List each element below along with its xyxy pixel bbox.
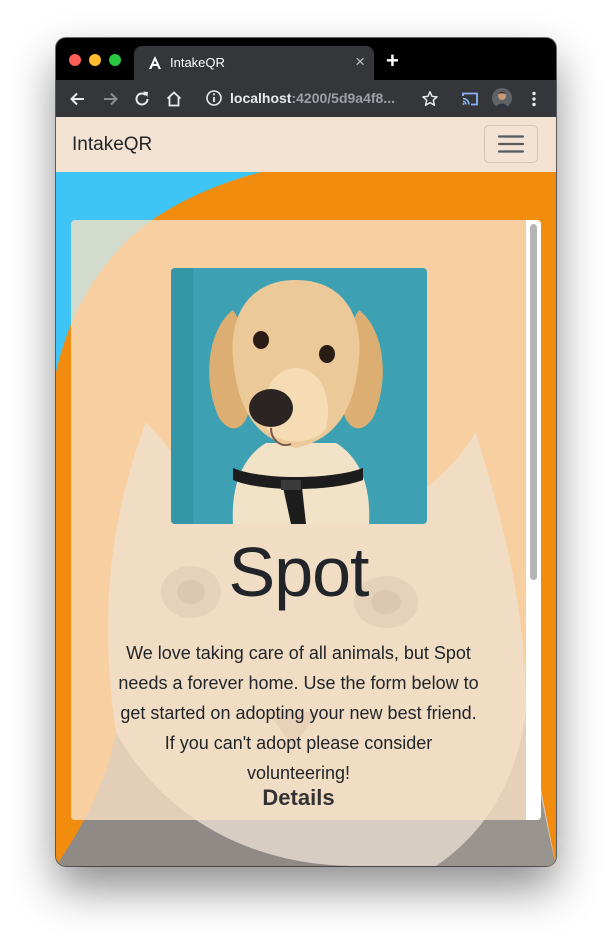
new-tab-button[interactable]: + bbox=[386, 50, 399, 72]
scrollbar-thumb[interactable] bbox=[530, 224, 537, 580]
browser-toolbar: localhost:4200/5d9a4f8... bbox=[56, 80, 556, 117]
maximize-window-button[interactable] bbox=[109, 54, 121, 66]
more-vert-icon[interactable] bbox=[524, 89, 544, 109]
pet-card: Spot We love taking care of all animals,… bbox=[71, 220, 541, 820]
url-path: :4200/5d9a4f8... bbox=[291, 90, 395, 106]
tab-close-icon[interactable]: × bbox=[355, 53, 365, 70]
profile-avatar[interactable] bbox=[492, 88, 512, 108]
url-text: localhost:4200/5d9a4f8... bbox=[230, 90, 395, 107]
hamburger-icon bbox=[497, 135, 525, 153]
reload-icon[interactable] bbox=[132, 89, 152, 109]
tab-title: IntakeQR bbox=[170, 55, 225, 70]
details-heading: Details bbox=[262, 785, 335, 810]
cast-icon[interactable] bbox=[460, 89, 480, 109]
pet-photo bbox=[171, 268, 427, 524]
pet-name-heading: Spot bbox=[228, 533, 370, 611]
puppy-image bbox=[171, 268, 427, 524]
minimize-window-button[interactable] bbox=[89, 54, 101, 66]
avatar-image bbox=[492, 88, 512, 108]
navbar-toggler-button[interactable] bbox=[484, 125, 538, 163]
tab-strip: IntakeQR × + bbox=[56, 38, 556, 80]
forward-arrow-icon[interactable] bbox=[100, 89, 120, 109]
pet-description: We love taking care of all animals, but … bbox=[118, 643, 479, 783]
bookmark-star-icon[interactable] bbox=[420, 89, 440, 109]
scrollbar-track[interactable] bbox=[526, 220, 541, 820]
url-host: localhost bbox=[230, 90, 292, 106]
browser-window: IntakeQR × + localhost:4200/5d9a4f8... I… bbox=[56, 38, 556, 866]
page-viewport: IntakeQR Spot We love taking care of all… bbox=[56, 117, 556, 866]
home-icon[interactable] bbox=[164, 89, 184, 109]
close-window-button[interactable] bbox=[69, 54, 81, 66]
site-navbar: IntakeQR bbox=[56, 117, 556, 172]
address-bar[interactable]: localhost:4200/5d9a4f8... bbox=[196, 84, 446, 113]
navbar-brand[interactable]: IntakeQR bbox=[72, 134, 152, 156]
angular-favicon-icon bbox=[149, 56, 161, 69]
back-arrow-icon[interactable] bbox=[68, 89, 88, 109]
browser-tab[interactable]: IntakeQR × bbox=[134, 46, 374, 80]
info-icon[interactable] bbox=[205, 89, 223, 107]
